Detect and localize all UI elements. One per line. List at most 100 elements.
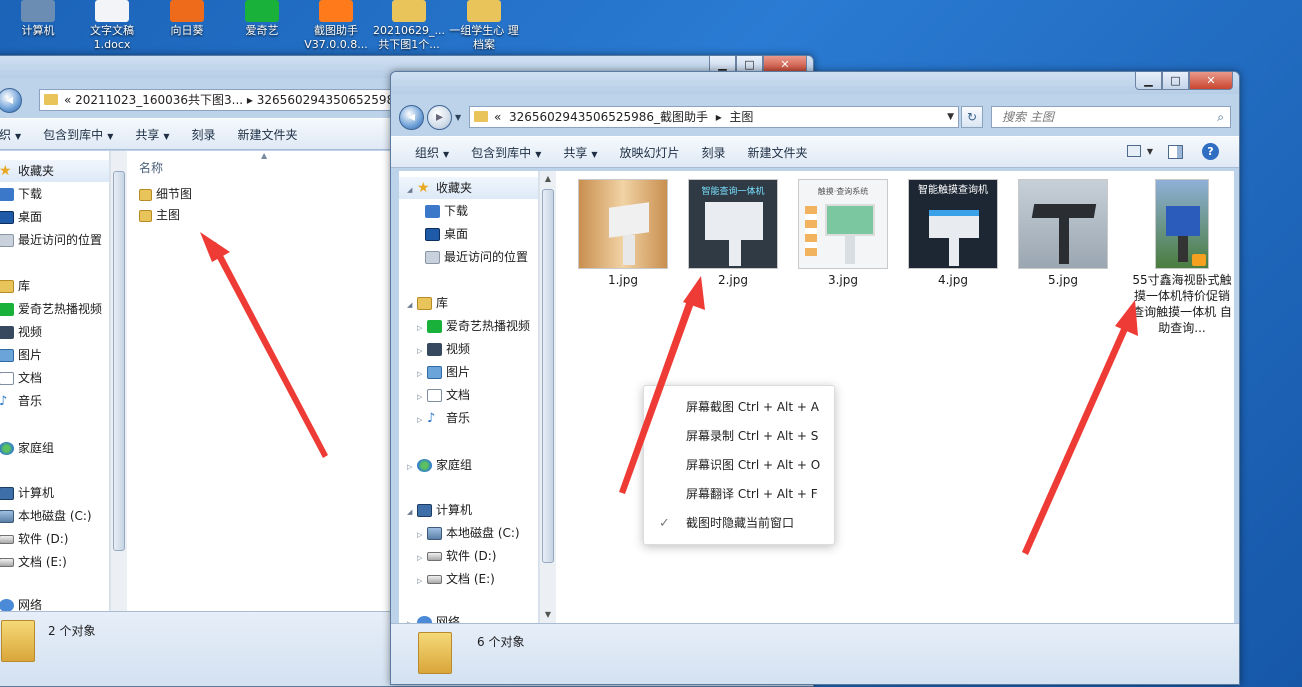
- nav-scrollbar[interactable]: ▲ ▼: [539, 171, 556, 623]
- nav-favorites[interactable]: ★ 收藏夹: [0, 160, 109, 182]
- desktop-icon-iqiyi[interactable]: 爱奇艺: [226, 0, 298, 38]
- nav-recent[interactable]: 最近访问的位置: [0, 229, 102, 251]
- desktop-icon-docx[interactable]: 文字文稿 1.docx: [76, 0, 148, 52]
- nav-drive-e[interactable]: ▷ 文档 (E:): [417, 568, 495, 590]
- help-icon[interactable]: ?: [1202, 143, 1219, 160]
- scroll-down-arrow[interactable]: ▼: [540, 607, 556, 623]
- menu-item-screen-capture[interactable]: 屏幕截图 Ctrl + Alt + A: [644, 393, 834, 422]
- nav-downloads[interactable]: 下载: [0, 183, 42, 205]
- front-explorer-window: ▁ □ ✕ ◂ ▸ ▼ « 326560294350652598​6_截图助手 …: [390, 71, 1240, 685]
- back-button[interactable]: ◂: [0, 88, 22, 113]
- maximize-button[interactable]: □: [1162, 72, 1189, 90]
- nav-videos[interactable]: ▷ 视频: [417, 338, 470, 360]
- close-button[interactable]: ✕: [1189, 72, 1233, 90]
- address-overflow[interactable]: «: [494, 110, 501, 124]
- nav-drive-c[interactable]: ▷ 本地磁盘 (C:): [417, 522, 520, 544]
- document-icon: [427, 389, 442, 402]
- iqiyi-icon: [427, 320, 442, 333]
- scrollbar-thumb[interactable]: [542, 189, 554, 563]
- chevron-down-icon[interactable]: ▼: [947, 107, 954, 127]
- menu-item-hide-window[interactable]: ✓ 截图时隐藏当前窗口: [644, 509, 834, 538]
- preview-pane-icon[interactable]: [1168, 145, 1183, 159]
- desktop-icon-folder-student[interactable]: 一组学生心 理档案: [448, 0, 520, 52]
- video-icon: [0, 326, 14, 339]
- nav-music[interactable]: ▷ ♪ 音乐: [417, 407, 470, 429]
- desktop-icon-computer[interactable]: 计算机: [2, 0, 74, 38]
- file-thumbnail[interactable]: 智能查询一体机 2.jpg: [685, 179, 781, 288]
- back-button[interactable]: ◂: [399, 105, 424, 130]
- nav-drive-d[interactable]: 软件 (D:): [0, 528, 68, 550]
- nav-drive-d[interactable]: ▷ 软件 (D:): [417, 545, 496, 567]
- nav-drive-c[interactable]: 本地磁盘 (C:): [0, 505, 92, 527]
- nav-documents[interactable]: ▷ 文档: [417, 384, 470, 406]
- burn-button[interactable]: 刻录: [691, 144, 737, 161]
- image-thumbnail: [578, 179, 668, 269]
- menu-item-screen-recognize[interactable]: 屏幕识图 Ctrl + Alt + O: [644, 451, 834, 480]
- minimize-button[interactable]: ▁: [1135, 72, 1162, 90]
- nav-documents[interactable]: 文档: [0, 367, 42, 389]
- scroll-up-arrow[interactable]: ▲: [540, 171, 556, 187]
- address-bar[interactable]: « 326560294350652598​6_截图助手 ▸ 主图 ▼: [469, 106, 959, 128]
- nav-videos[interactable]: 视频: [0, 321, 42, 343]
- address-path: « 20211023_160036共下图3... ▸ 3265602943506…: [64, 93, 395, 107]
- nav-libraries[interactable]: 库: [0, 275, 30, 297]
- nav-network[interactable]: ▷网络: [407, 611, 460, 623]
- desktop-icon-sunlogin[interactable]: 向日葵: [151, 0, 223, 38]
- share-menu[interactable]: 共享 ▼: [552, 144, 608, 161]
- file-thumbnail[interactable]: 1.jpg: [575, 179, 671, 288]
- slideshow-button[interactable]: 放映幻灯片: [609, 144, 691, 161]
- desktop-icons: 计算机 文字文稿 1.docx 向日葵 爱奇艺 截图助手 V37.0.0.8..…: [0, 0, 560, 56]
- desktop-icon-folder-20210629[interactable]: 20210629_... 共下图1个...: [373, 0, 445, 52]
- include-library-menu[interactable]: 包含到库中 ▼: [32, 126, 124, 143]
- address-segment-current[interactable]: 主图: [729, 110, 753, 124]
- drive-icon: [0, 535, 14, 544]
- nav-computer[interactable]: 计算机: [0, 482, 54, 504]
- nav-pictures[interactable]: 图片: [0, 344, 42, 366]
- desktop-icon-screenshot-helper[interactable]: 截图助手 V37.0.0.8...: [300, 0, 372, 52]
- scrollbar-thumb[interactable]: [113, 171, 125, 551]
- nav-homegroup[interactable]: 家庭组: [0, 437, 54, 459]
- nav-drive-e[interactable]: 文档 (E:): [0, 551, 67, 573]
- organize-menu[interactable]: 织 ▼: [0, 126, 32, 143]
- nav-recent[interactable]: 最近访问的位置: [425, 246, 528, 268]
- menu-item-screen-record[interactable]: 屏幕录制 Ctrl + Alt + S: [644, 422, 834, 451]
- nav-downloads[interactable]: 下载: [425, 200, 468, 222]
- burn-button[interactable]: 刻录: [181, 126, 227, 143]
- address-separator[interactable]: ▸: [716, 110, 722, 124]
- nav-iqiyi[interactable]: ▷ 爱奇艺热播视频: [417, 315, 530, 337]
- address-segment[interactable]: 326560294350652598​6_截图助手: [509, 110, 708, 124]
- new-folder-button[interactable]: 新建文件夹: [227, 126, 309, 143]
- nav-libraries[interactable]: ◢ 库: [407, 292, 448, 314]
- file-thumbnail[interactable]: 触摸·查询系统 3.jpg: [795, 179, 891, 288]
- nav-homegroup[interactable]: ▷ 家庭组: [407, 454, 472, 476]
- folder-item[interactable]: 细节图: [139, 184, 192, 204]
- desktop-icon-label: 向日葵: [170, 24, 204, 37]
- nav-iqiyi[interactable]: 爱奇艺热播视频: [0, 298, 102, 320]
- nav-desktop[interactable]: 桌面: [425, 223, 468, 245]
- share-menu[interactable]: 共享 ▼: [124, 126, 180, 143]
- folder-item[interactable]: 主图: [139, 205, 180, 225]
- file-thumbnail[interactable]: 5.jpg: [1015, 179, 1111, 288]
- forward-button[interactable]: ▸: [427, 105, 452, 130]
- nav-desktop[interactable]: 桌面: [0, 206, 42, 228]
- file-thumbnail[interactable]: 智能触摸查询机 4.jpg: [905, 179, 1001, 288]
- menu-item-screen-translate[interactable]: 屏幕翻译 Ctrl + Alt + F: [644, 480, 834, 509]
- chevron-down-icon[interactable]: ▼: [1147, 147, 1153, 156]
- nav-network[interactable]: 网络: [0, 594, 42, 611]
- nav-pictures[interactable]: ▷ 图片: [417, 361, 470, 383]
- nav-computer[interactable]: ◢ 计算机: [407, 499, 472, 521]
- nav-scrollbar[interactable]: [110, 151, 127, 611]
- organize-menu[interactable]: 组织 ▼: [391, 144, 460, 161]
- nav-favorites[interactable]: ◢ ★ 收藏夹: [399, 177, 538, 199]
- search-input[interactable]: 搜索 主图 ⌕: [991, 106, 1231, 128]
- file-thumbnail[interactable]: 55寸鑫海视卧式触摸一体机特价促销 查询触摸一体机 自助查询...: [1132, 179, 1232, 336]
- column-header-name[interactable]: 名称: [139, 159, 163, 176]
- folder-icon: [139, 209, 152, 222]
- nav-music[interactable]: ♪音乐: [0, 390, 42, 412]
- include-library-menu[interactable]: 包含到库中 ▼: [460, 144, 552, 161]
- view-options-icon[interactable]: [1127, 145, 1141, 157]
- recent-pages-dropdown[interactable]: ▼: [455, 113, 461, 122]
- refresh-button[interactable]: ↻: [961, 106, 983, 128]
- star-icon: ★: [417, 180, 430, 196]
- new-folder-button[interactable]: 新建文件夹: [737, 144, 819, 161]
